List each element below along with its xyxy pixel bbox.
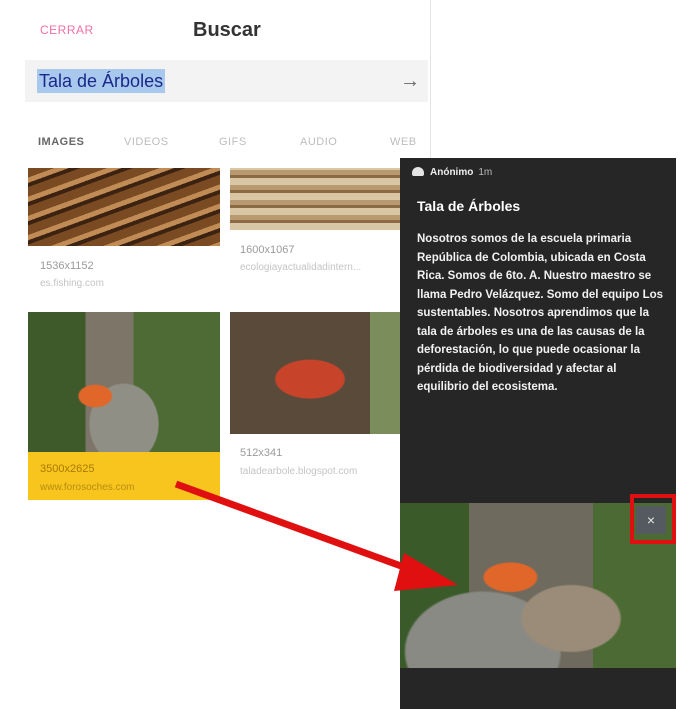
arrow-shaft	[174, 480, 414, 574]
arrow-head	[394, 553, 458, 591]
annotation-arrow	[174, 480, 458, 591]
